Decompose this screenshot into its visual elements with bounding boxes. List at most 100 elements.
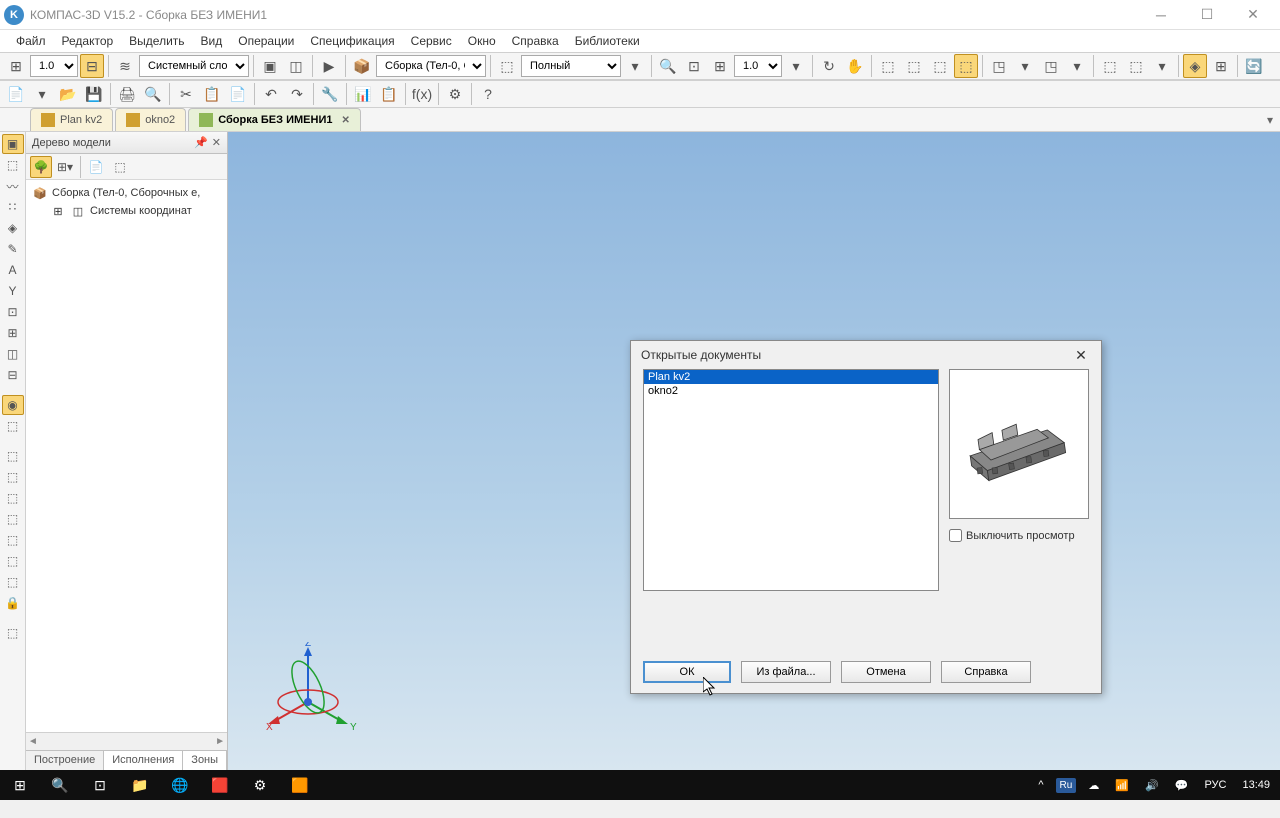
undo-icon[interactable]: ↶ <box>259 82 283 106</box>
open-icon[interactable]: 📂 <box>56 82 80 106</box>
from-file-button[interactable]: Из файла... <box>741 661 831 683</box>
vtool-6-icon[interactable]: A <box>2 260 24 280</box>
tree-tab-build[interactable]: Построение <box>26 751 104 772</box>
taskview-icon[interactable]: ⊡ <box>80 770 120 800</box>
view2-icon[interactable]: ⬚ <box>902 54 926 78</box>
display-icon[interactable]: ⬚ <box>495 54 519 78</box>
vtool-21-icon[interactable]: ⬚ <box>2 623 24 643</box>
tree-expand-icon[interactable]: ⊞▾ <box>54 156 76 178</box>
tree-mode-icon[interactable]: 🌳 <box>30 156 52 178</box>
vtool-1-icon[interactable]: ⬚ <box>2 155 24 175</box>
menu-spec[interactable]: Спецификация <box>302 32 402 50</box>
dialog-header[interactable]: Открытые документы ✕ <box>631 341 1101 369</box>
menu-libraries[interactable]: Библиотеки <box>567 32 648 50</box>
dialog-close-icon[interactable]: ✕ <box>1071 345 1091 365</box>
vtool-16-icon[interactable]: ⬚ <box>2 509 24 529</box>
section-icon[interactable]: ▣ <box>258 54 282 78</box>
redo-icon[interactable]: ↷ <box>285 82 309 106</box>
display-combo[interactable]: Полный <box>521 55 621 77</box>
vtool-20-icon[interactable]: 🔒 <box>2 593 24 613</box>
props-icon[interactable]: ⚙ <box>443 82 467 106</box>
render-icon[interactable]: ◈ <box>1183 54 1207 78</box>
perspective-icon[interactable]: ⊞ <box>1209 54 1233 78</box>
tray-volume-icon[interactable]: 🔊 <box>1141 779 1163 792</box>
viewport-3d[interactable]: Z X Y Открытые документы ✕ Plan kv2 <box>228 132 1280 772</box>
save-icon[interactable]: 💾 <box>82 82 106 106</box>
zoom-in-icon[interactable]: 🔍 <box>656 54 680 78</box>
menu-select[interactable]: Выделить <box>121 32 192 50</box>
explorer-icon[interactable]: 📁 <box>120 770 160 800</box>
tree-opt-icon[interactable]: ⬚ <box>109 156 131 178</box>
tray-onedrive-icon[interactable]: ☁ <box>1084 779 1103 792</box>
cut2-icon[interactable]: ✂ <box>174 82 198 106</box>
tree-child-item[interactable]: ⊞ ◫ Системы координат <box>28 202 225 220</box>
document-list[interactable]: Plan kv2 okno2 <box>643 369 939 591</box>
expand-icon[interactable]: ⊞ <box>50 204 66 218</box>
scale-combo[interactable]: 1.0 <box>30 55 78 77</box>
tree-tab-exec[interactable]: Исполнения <box>104 751 183 772</box>
new-icon[interactable]: 📄 <box>4 82 28 106</box>
menu-help[interactable]: Справка <box>504 32 567 50</box>
view8-icon[interactable]: ▾ <box>1065 54 1089 78</box>
menu-view[interactable]: Вид <box>193 32 231 50</box>
cut-icon[interactable]: ◫ <box>284 54 308 78</box>
view7-icon[interactable]: ◳ <box>1039 54 1063 78</box>
help-button[interactable]: Справка <box>941 661 1031 683</box>
print-icon[interactable]: 🖨 <box>115 82 139 106</box>
minimize-button[interactable]: ─ <box>1138 0 1184 30</box>
snap-icon[interactable]: ⊟ <box>80 54 104 78</box>
vtool-3-icon[interactable]: ∷ <box>2 197 24 217</box>
pin-icon[interactable]: 📌 <box>194 136 208 149</box>
tree-tab-zones[interactable]: Зоны <box>183 751 227 772</box>
vtool-9-icon[interactable]: ⊞ <box>2 323 24 343</box>
list-item[interactable]: Plan kv2 <box>644 370 938 384</box>
search-icon[interactable]: 🔍 <box>40 770 80 800</box>
disable-preview-checkbox[interactable]: Выключить просмотр <box>949 529 1089 542</box>
view5-icon[interactable]: ◳ <box>987 54 1011 78</box>
kompas-icon[interactable]: ⚙ <box>240 770 280 800</box>
list-item[interactable]: okno2 <box>644 384 938 398</box>
tray-action-icon[interactable]: 💬 <box>1171 779 1193 792</box>
copy-icon[interactable]: 📋 <box>200 82 224 106</box>
chrome-icon[interactable]: 🌐 <box>160 770 200 800</box>
vtool-15-icon[interactable]: ⬚ <box>2 488 24 508</box>
rebuild-icon[interactable]: 🔄 <box>1242 54 1266 78</box>
tab-assembly[interactable]: Сборка БЕЗ ИМЕНИ1 ✕ <box>188 108 361 131</box>
tab-okno2[interactable]: okno2 <box>115 108 186 131</box>
view9-icon[interactable]: ⬚ <box>1098 54 1122 78</box>
tray-network-icon[interactable]: 📶 <box>1111 779 1133 792</box>
help-icon[interactable]: ? <box>476 82 500 106</box>
tabs-dropdown-icon[interactable]: ▾ <box>1260 108 1280 131</box>
menu-window[interactable]: Окно <box>460 32 504 50</box>
zoom-sel-icon[interactable]: ⊞ <box>708 54 732 78</box>
view1-icon[interactable]: ⬚ <box>876 54 900 78</box>
tab-close-icon[interactable]: ✕ <box>341 115 349 126</box>
menu-file[interactable]: Файл <box>8 32 54 50</box>
grid-icon[interactable]: ⊞ <box>4 54 28 78</box>
vtool-edit-icon[interactable]: ▣ <box>2 134 24 154</box>
tray-lang1[interactable]: Ru <box>1056 778 1077 793</box>
vtool-4-icon[interactable]: ◈ <box>2 218 24 238</box>
assembly-icon[interactable]: 📦 <box>350 54 374 78</box>
var-icon[interactable]: f(x) <box>410 82 434 106</box>
spec-icon[interactable]: 📊 <box>351 82 375 106</box>
vtool-19-icon[interactable]: ⬚ <box>2 572 24 592</box>
close-button[interactable]: ✕ <box>1230 0 1276 30</box>
menu-service[interactable]: Сервис <box>403 32 460 50</box>
tree-scrollbar[interactable]: ◄► <box>26 732 227 750</box>
tab-plan-kv2[interactable]: Plan kv2 <box>30 108 113 131</box>
zoom-fit-icon[interactable]: ⊡ <box>682 54 706 78</box>
vtool-op-icon[interactable]: ◉ <box>2 395 24 415</box>
preview-icon[interactable]: 🔍 <box>141 82 165 106</box>
lib-icon[interactable]: 🔧 <box>318 82 342 106</box>
tree-root-item[interactable]: 📦 Сборка (Тел-0, Сборочных е, <box>28 184 225 202</box>
panel-close-icon[interactable]: ✕ <box>212 136 221 149</box>
step-icon[interactable]: ▶ <box>317 54 341 78</box>
paste-icon[interactable]: 📄 <box>226 82 250 106</box>
vtool-7-icon[interactable]: Y <box>2 281 24 301</box>
zoom-combo[interactable]: 1.0 <box>734 55 782 77</box>
pan-icon[interactable]: ✋ <box>843 54 867 78</box>
view3-icon[interactable]: ⬚ <box>928 54 952 78</box>
new-dd-icon[interactable]: ▾ <box>30 82 54 106</box>
vtool-11-icon[interactable]: ⊟ <box>2 365 24 385</box>
